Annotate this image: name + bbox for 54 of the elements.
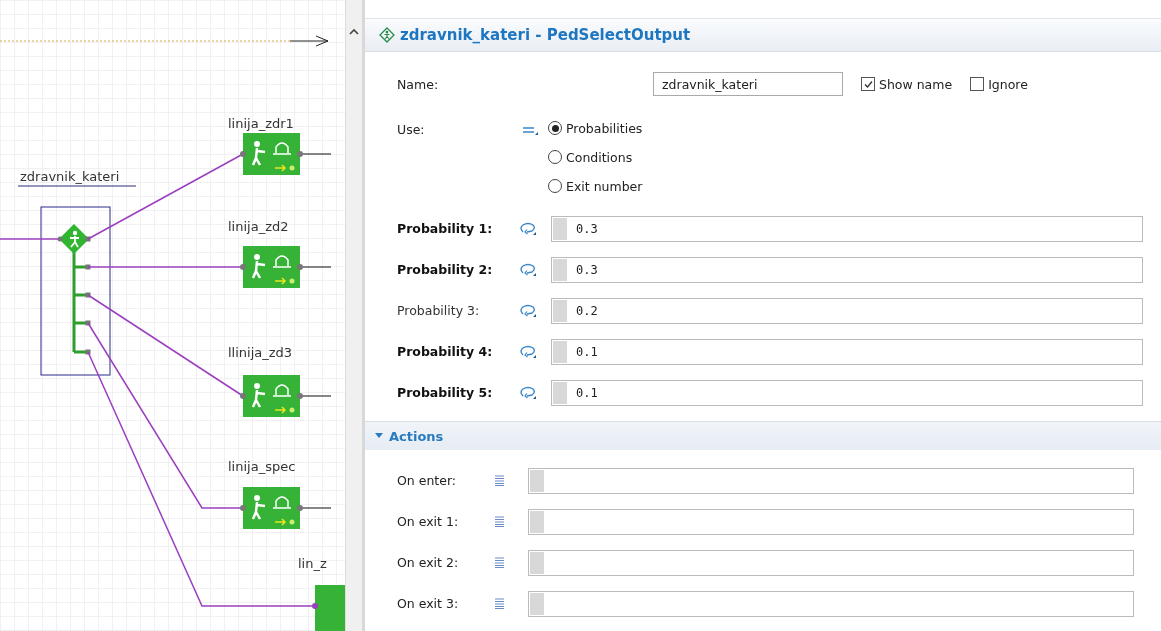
block-label: zdravnik_kateri [20,169,120,184]
block-label: linija_zd2 [228,219,289,234]
code-lines-icon [495,516,504,527]
field-label: On enter: [397,473,458,488]
field-label: On exit 1: [397,514,460,529]
block-label: linija_zdr1 [228,116,294,131]
field-label: Probability 2: [397,262,494,277]
code-field[interactable] [528,549,1134,576]
scrollbar[interactable] [345,0,362,631]
radio-option[interactable]: Conditions [548,147,643,167]
static-mode-icon[interactable] [522,124,538,136]
service-block[interactable] [312,585,345,631]
block-label: linija_spec [228,459,296,474]
field-label: Use: [397,121,426,137]
name-field[interactable]: zdravnik_kateri [653,72,843,96]
service-block[interactable] [240,375,332,417]
dynamic-mode-icon[interactable] [519,385,537,400]
check-icon [862,78,874,90]
radio-option[interactable]: Probabilities [548,118,643,138]
code-field[interactable]: 0.1 [551,338,1143,365]
code-lines-icon [495,598,504,609]
dynamic-mode-icon[interactable] [519,262,537,277]
service-block[interactable] [240,246,332,288]
service-block[interactable] [240,487,332,529]
block-label: lin_z [298,556,327,571]
radio-option[interactable]: Exit number [548,176,643,196]
caret-icon [375,433,383,439]
field-label: Probability 3: [397,303,481,318]
code-lines-icon [495,475,504,486]
field-label: Probability 1: [397,221,494,236]
scroll-up-icon[interactable] [349,28,359,35]
code-field[interactable]: 0.3 [551,215,1143,242]
code-field[interactable] [528,508,1134,535]
code-field[interactable]: 0.3 [551,256,1143,283]
field-label: Probability 5: [397,385,494,400]
field-label: Name: [397,76,440,92]
pedestrian-diamond-icon [379,27,395,43]
checkbox[interactable]: Ignore [970,76,1028,92]
code-field[interactable] [528,590,1134,617]
field-label: Probability 4: [397,344,494,359]
code-lines-icon [495,557,504,568]
service-block[interactable] [240,133,332,175]
checkbox[interactable]: Show name [861,76,953,92]
field-label: On exit 3: [397,596,460,611]
code-field[interactable] [528,467,1134,494]
panel-title: zdravnik_kateri - PedSelectOutput [400,26,691,44]
section-header[interactable]: Actions [365,421,1161,450]
field-label: On exit 2: [397,555,460,570]
dynamic-mode-icon[interactable] [519,221,537,236]
dynamic-mode-icon[interactable] [519,303,537,318]
code-field[interactable]: 0.1 [551,379,1143,406]
code-field[interactable]: 0.2 [551,297,1143,324]
block-label: llinija_zd3 [228,345,293,360]
dynamic-mode-icon[interactable] [519,344,537,359]
